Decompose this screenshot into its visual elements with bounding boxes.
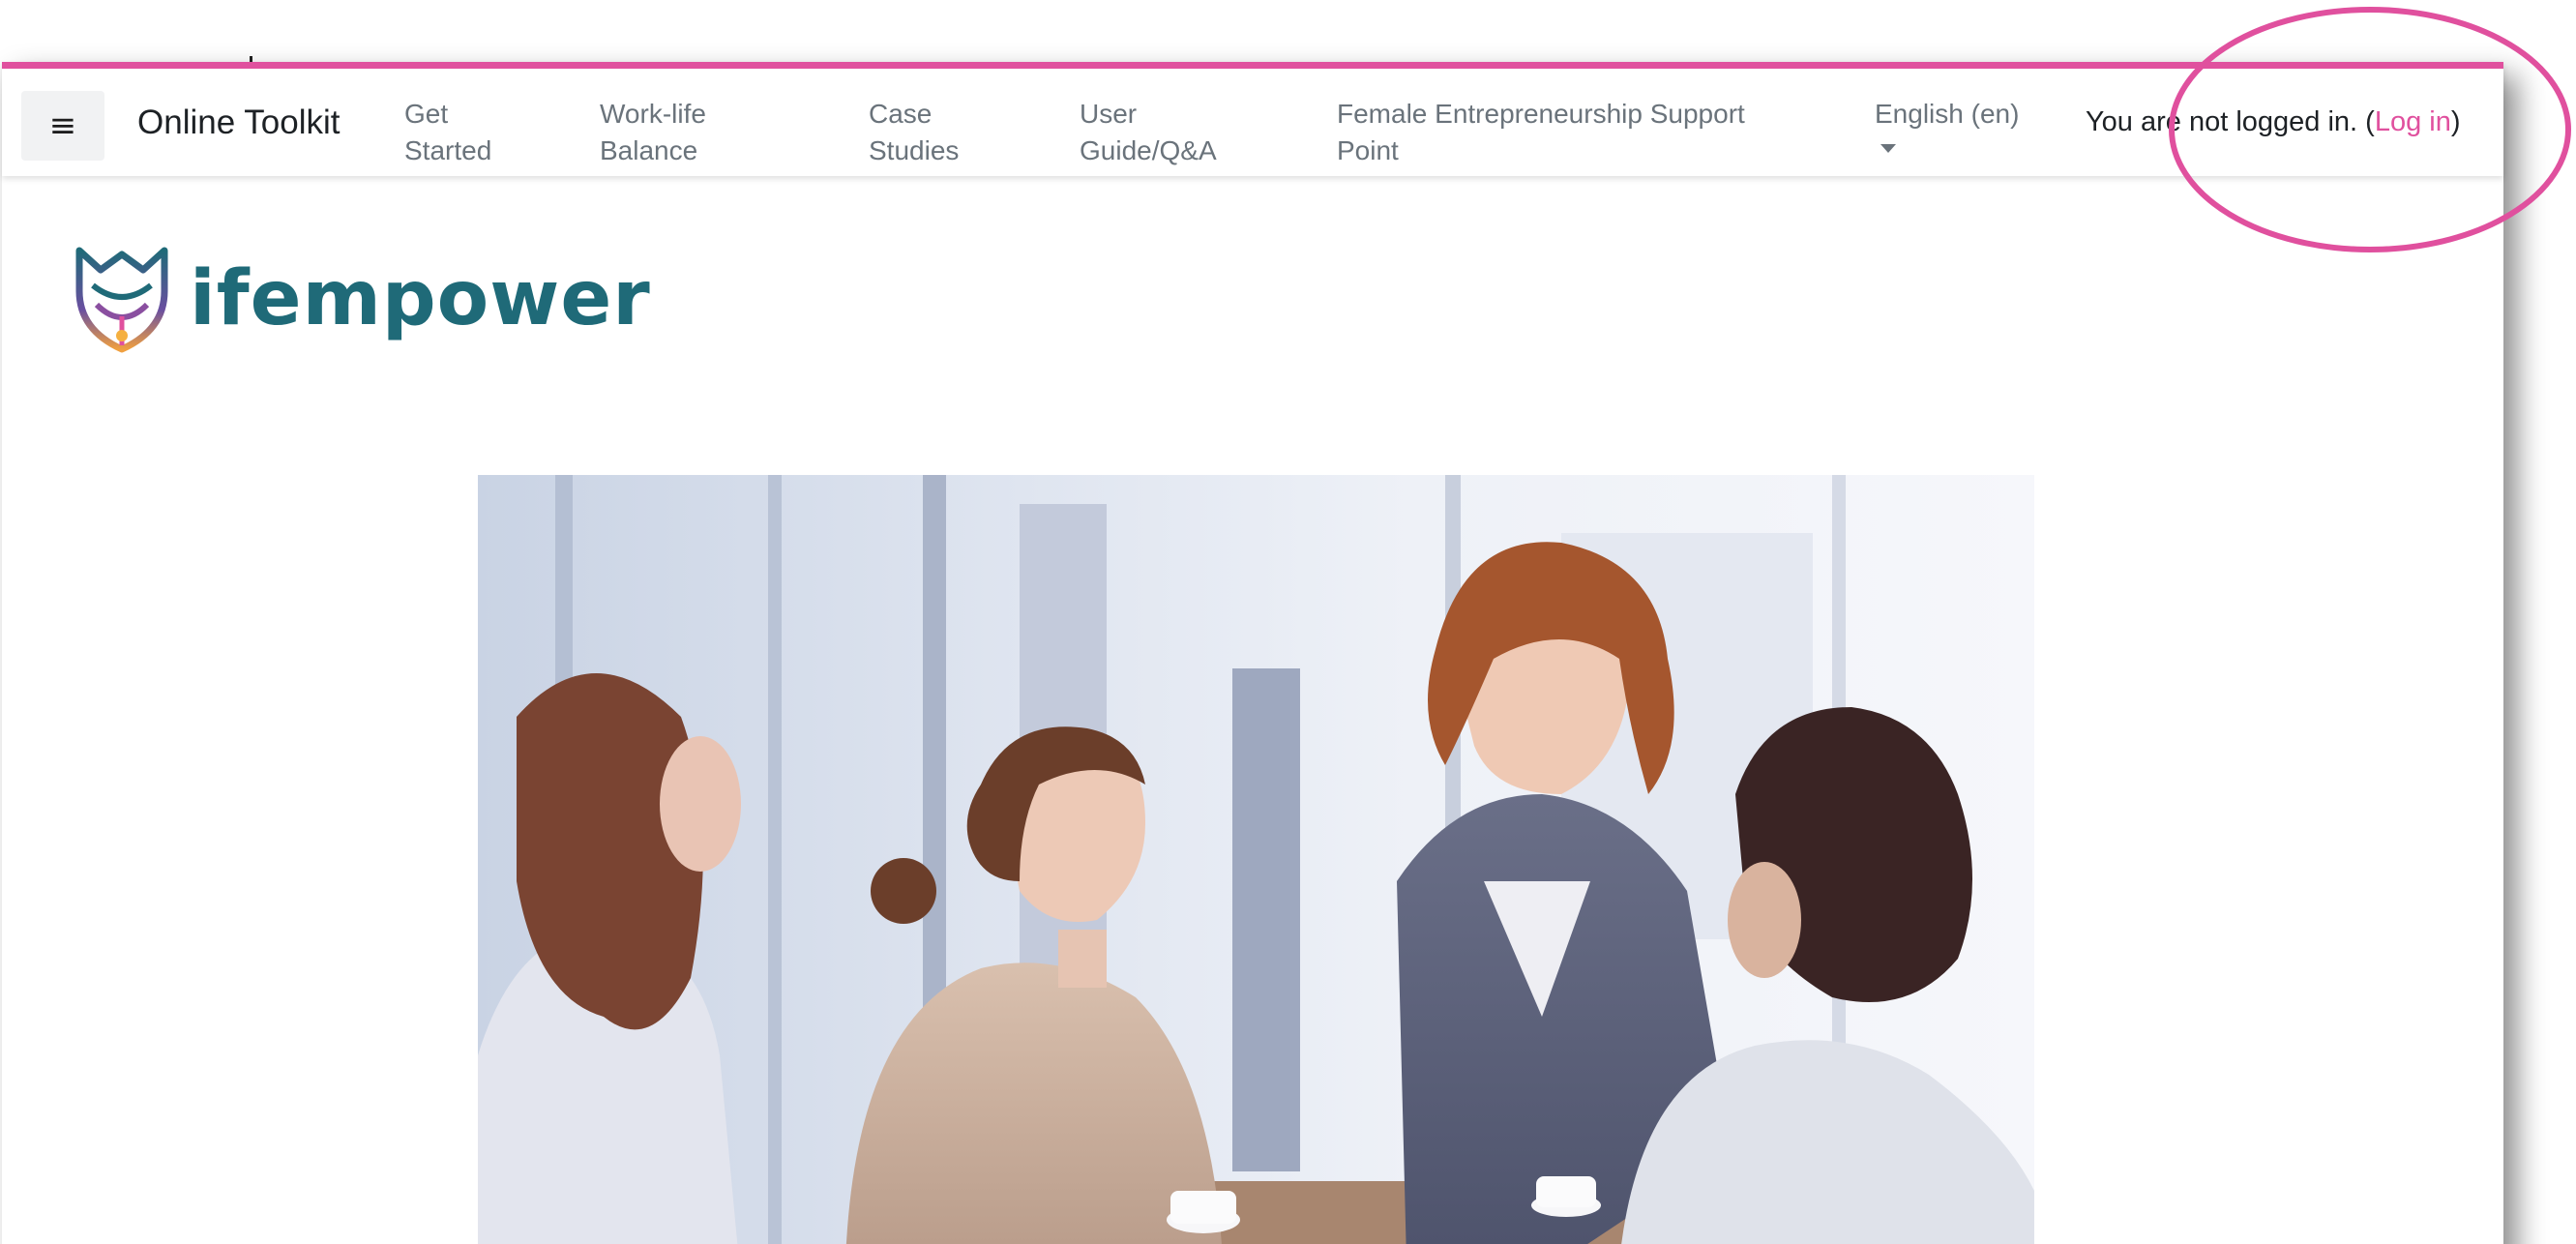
nav-item-get-started[interactable]: Get Started: [404, 96, 511, 169]
site-logo[interactable]: ifempower: [72, 241, 651, 357]
nav-item-case-studies[interactable]: Case Studies: [869, 96, 975, 169]
nav-item-work-life-balance[interactable]: Work-life Balance: [600, 96, 735, 169]
language-label: English (en): [1875, 99, 2020, 129]
logo-wordmark: ifempower: [190, 255, 651, 342]
login-prefix: You are not logged in. (: [2086, 106, 2375, 137]
nav-item-female-entrepreneurship[interactable]: Female Entrepreneurship Support Point: [1337, 96, 1782, 169]
caret-down-icon: [1880, 144, 1896, 153]
login-suffix: ): [2450, 106, 2461, 137]
page: ≡ Online Toolkit Get Started Work-life B…: [0, 0, 2576, 1244]
language-selector[interactable]: English (en): [1875, 96, 2019, 153]
fox-flower-logo-icon: [75, 247, 168, 353]
login-status: You are not logged in. (Log in): [2086, 69, 2461, 176]
hero-image: [478, 475, 2034, 1244]
business-meeting-photo: [478, 475, 2034, 1244]
browser-viewport: ≡ Online Toolkit Get Started Work-life B…: [2, 62, 2503, 1244]
nav-item-user-guide[interactable]: User Guide/Q&A: [1080, 96, 1234, 169]
top-navbar: ≡ Online Toolkit Get Started Work-life B…: [2, 62, 2503, 176]
hamburger-menu-button[interactable]: ≡: [21, 91, 104, 161]
site-brand[interactable]: Online Toolkit: [137, 69, 340, 176]
login-link[interactable]: Log in: [2375, 106, 2451, 138]
hamburger-menu-icon: ≡: [48, 106, 77, 145]
